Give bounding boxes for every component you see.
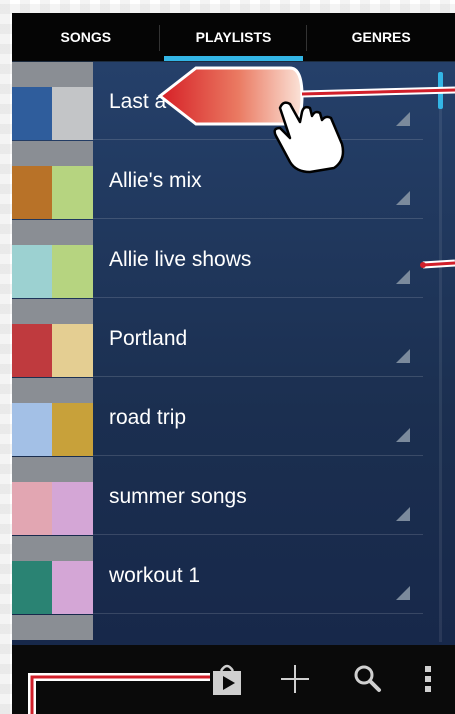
list-item[interactable]: Allie live shows — [12, 220, 455, 298]
tab-songs-label: SONGS — [60, 29, 112, 45]
playlist-name: summer songs — [109, 485, 247, 508]
tab-genres-label: GENRES — [351, 29, 411, 45]
scrollbar-track[interactable] — [439, 72, 442, 642]
album-art — [12, 299, 93, 377]
tab-bar: SONGS PLAYLISTS GENRES — [12, 13, 455, 62]
scrollbar-thumb[interactable] — [438, 72, 443, 109]
playlist-name: road trip — [109, 406, 187, 429]
tab-playlists-label: PLAYLISTS — [195, 29, 272, 45]
phone-screen: SONGS PLAYLISTS GENRES Last a Allie's mi… — [12, 13, 455, 714]
album-art — [12, 536, 93, 614]
list-item[interactable]: summer songs — [12, 457, 455, 535]
album-art — [12, 457, 93, 535]
context-menu-icon[interactable] — [396, 270, 410, 284]
shop-icon[interactable] — [207, 659, 247, 699]
album-art — [12, 220, 93, 298]
context-menu-icon[interactable] — [396, 428, 410, 442]
context-menu-icon[interactable] — [396, 349, 410, 363]
list-item-partial[interactable] — [12, 615, 455, 645]
search-icon[interactable] — [347, 659, 387, 699]
overflow-menu-icon[interactable] — [408, 659, 448, 699]
album-art — [12, 141, 93, 219]
playlist-name: Allie live shows — [109, 248, 252, 271]
album-art — [12, 378, 93, 456]
list-item[interactable]: Allie's mix — [12, 141, 455, 219]
add-icon[interactable] — [275, 659, 315, 699]
playlist-name: workout 1 — [109, 564, 201, 587]
context-menu-icon[interactable] — [396, 507, 410, 521]
list-item[interactable]: Last a — [12, 62, 455, 140]
album-art — [12, 615, 93, 645]
tab-genres[interactable]: GENRES — [307, 13, 455, 61]
playlist-name: Allie's mix — [109, 169, 202, 192]
playlist-name: Portland — [109, 327, 188, 350]
playlist-list[interactable]: Last a Allie's mix Allie live shows Port… — [12, 62, 455, 645]
bottom-action-bar — [12, 645, 455, 714]
context-menu-icon[interactable] — [396, 191, 410, 205]
playlist-name: Last a — [109, 90, 167, 113]
list-item[interactable]: workout 1 — [12, 536, 455, 614]
album-art — [12, 62, 93, 140]
context-menu-icon[interactable] — [396, 112, 410, 126]
tab-songs[interactable]: SONGS — [12, 13, 160, 61]
list-item[interactable]: Portland — [12, 299, 455, 377]
context-menu-icon[interactable] — [396, 586, 410, 600]
tab-playlists[interactable]: PLAYLISTS — [160, 13, 308, 61]
list-item[interactable]: road trip — [12, 378, 455, 456]
